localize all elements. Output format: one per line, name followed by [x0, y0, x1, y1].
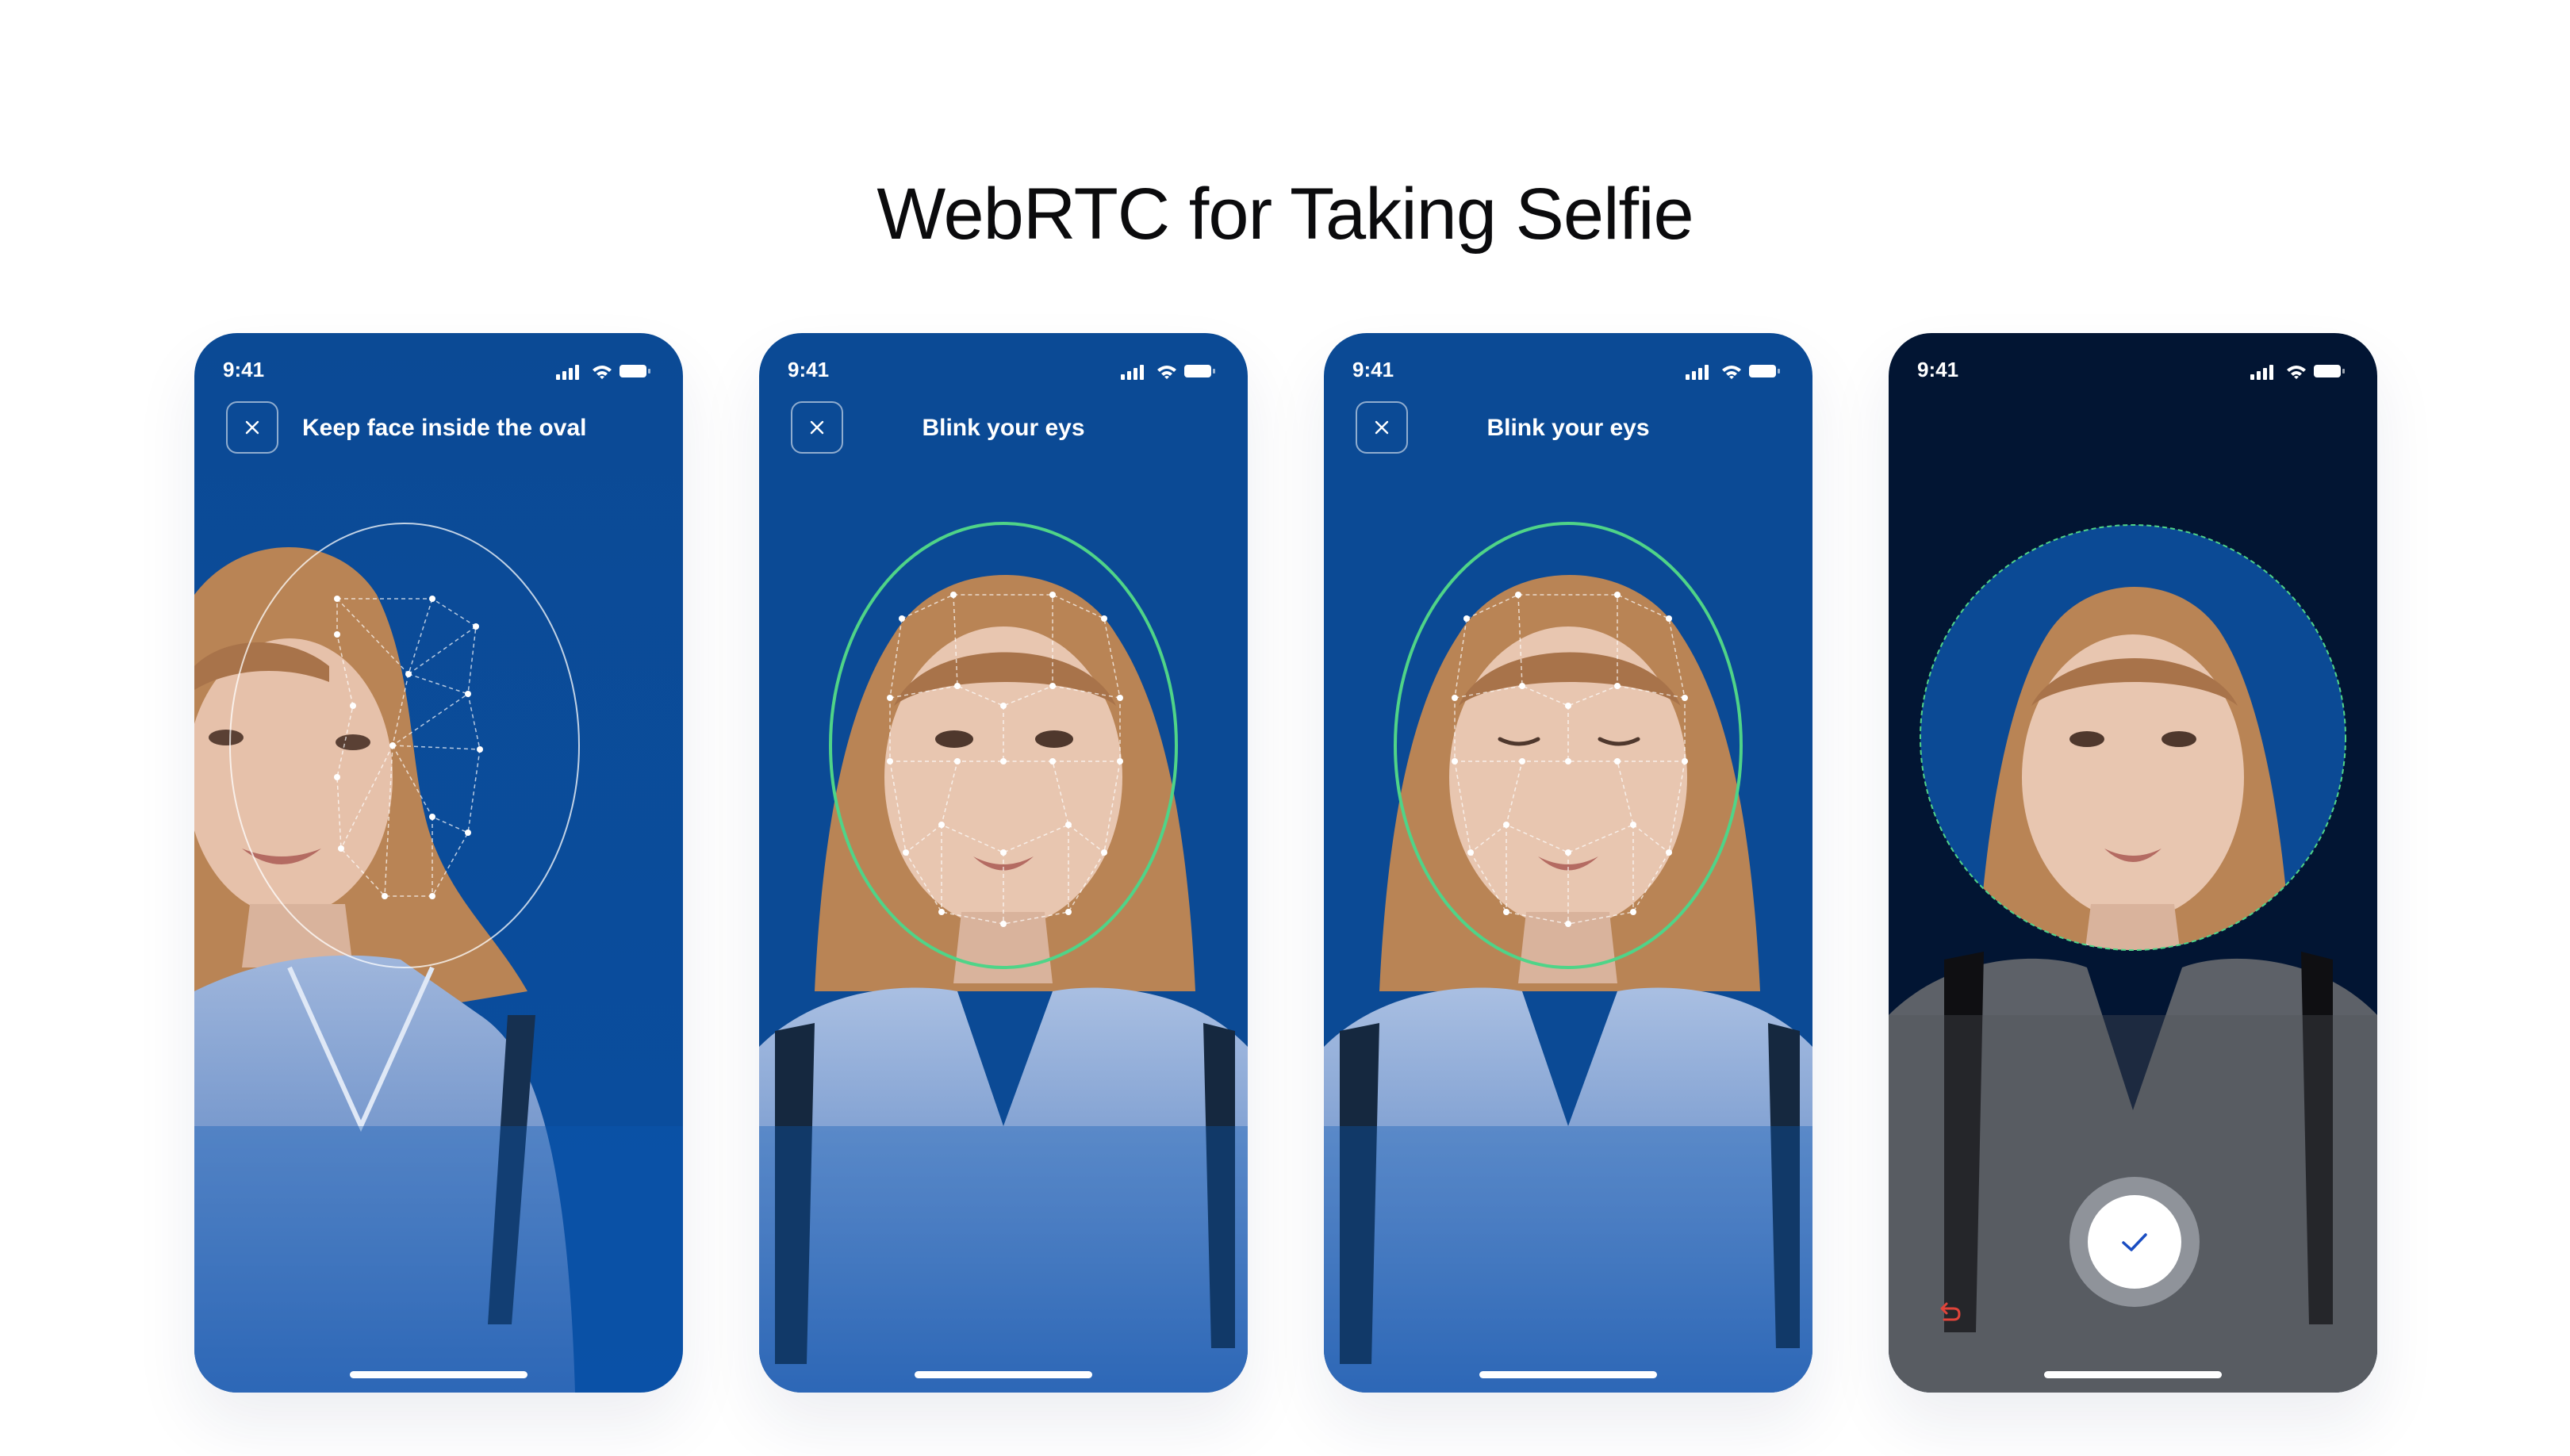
confirm-capture-button[interactable] — [2088, 1195, 2181, 1289]
wifi-icon — [1722, 366, 1741, 379]
phone-screen-blink-eyes-closed: 9:41 Blink your eys — [1324, 333, 1812, 1393]
status-icons — [1686, 365, 1780, 380]
instruction-text: Blink your eys — [1486, 415, 1650, 441]
page-title: WebRTC for Taking Selfie — [876, 174, 1694, 255]
instruction-text: Blink your eys — [922, 415, 1085, 441]
instruction-text: Keep face inside the oval — [302, 415, 587, 441]
status-time: 9:41 — [788, 358, 830, 381]
home-indicator[interactable] — [1479, 1371, 1657, 1378]
status-icons — [2250, 365, 2345, 380]
undo-arrow-icon — [1940, 1302, 1961, 1321]
face-mesh-overlay — [1394, 522, 1743, 969]
signal-icon — [1686, 365, 1709, 380]
wifi-icon — [1157, 366, 1176, 379]
face-mesh-overlay — [229, 523, 580, 968]
close-button[interactable] — [226, 401, 278, 454]
status-time: 9:41 — [1917, 358, 1959, 381]
status-icons — [1121, 365, 1215, 380]
status-bar: 9:41 — [1324, 354, 1812, 385]
phone-screen-keep-face: 9:41 Keep face inside the oval — [194, 333, 683, 1393]
status-bar: 9:41 — [1889, 354, 2377, 385]
status-time: 9:41 — [223, 358, 265, 381]
retake-button[interactable] — [1935, 1299, 1963, 1328]
confirm-capture-ring — [2069, 1177, 2200, 1307]
phone-screen-blink: 9:41 Blink your eys — [759, 333, 1248, 1393]
wifi-icon — [2287, 366, 2306, 379]
status-bar: 9:41 — [194, 354, 683, 385]
signal-icon — [2250, 365, 2273, 380]
home-indicator[interactable] — [350, 1371, 527, 1378]
battery-icon — [1749, 365, 1780, 377]
face-guide-oval — [229, 523, 580, 968]
signal-icon — [1121, 365, 1144, 380]
wifi-icon — [593, 366, 612, 379]
status-time: 9:41 — [1352, 358, 1394, 381]
face-mesh-overlay — [829, 522, 1178, 969]
home-indicator[interactable] — [2044, 1371, 2222, 1378]
battery-icon — [619, 365, 650, 377]
home-indicator[interactable] — [915, 1371, 1092, 1378]
battery-icon — [1184, 365, 1215, 377]
status-icons — [556, 365, 650, 380]
status-bar: 9:41 — [759, 354, 1248, 385]
checkmark-icon — [2122, 1233, 2147, 1251]
battery-icon — [2314, 365, 2345, 377]
phone-screen-captured: 9:41 — [1889, 333, 2377, 1393]
close-icon — [245, 420, 259, 435]
signal-icon — [556, 365, 579, 380]
